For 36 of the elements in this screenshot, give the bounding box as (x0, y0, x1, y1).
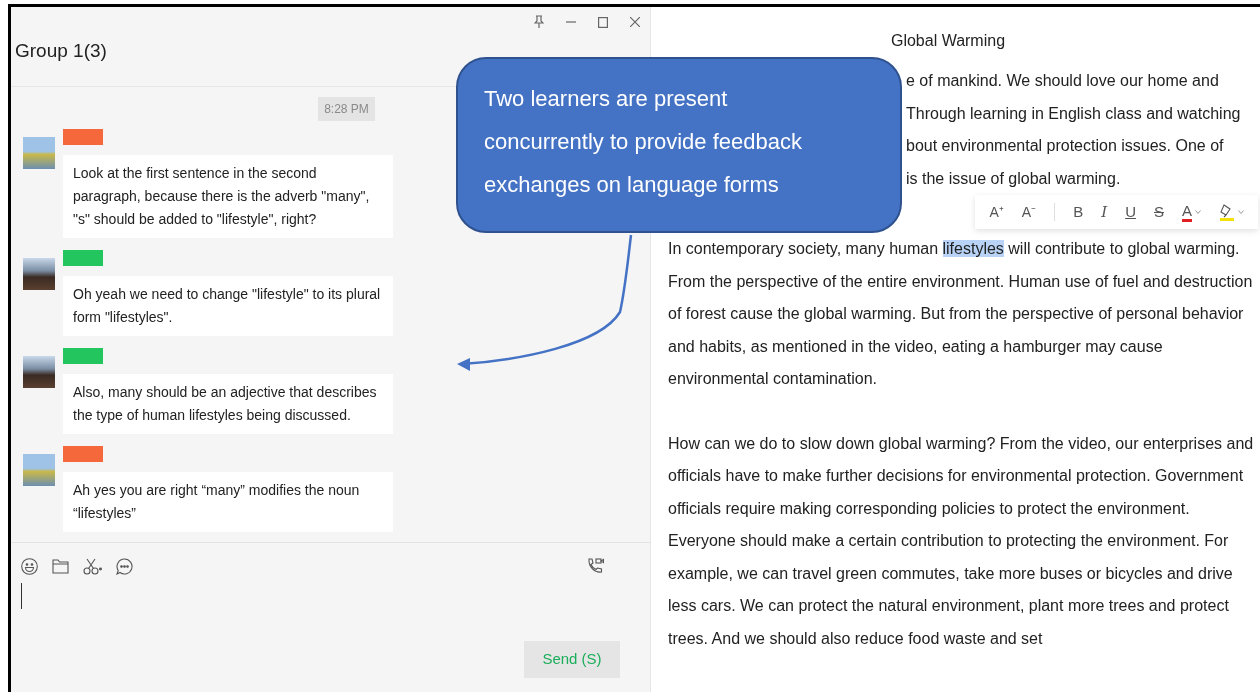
strikethrough-button[interactable]: S (1153, 200, 1164, 224)
folder-icon[interactable] (52, 558, 69, 574)
close-icon[interactable] (630, 17, 640, 27)
pin-icon[interactable] (534, 15, 544, 29)
message-bubble: Ah yes you are right “many” modifies the noun “lifestyles” (63, 472, 393, 532)
highlighter-icon[interactable] (1219, 203, 1235, 221)
scissors-icon[interactable] (83, 557, 102, 575)
message-bubble: Also, many should be an adjective that describes the type of human lifestyles being discussed. (63, 374, 393, 434)
underline-button[interactable]: U (1125, 200, 1136, 224)
italic-button[interactable]: I (1101, 200, 1108, 224)
avatar-photo-placeholder (23, 258, 55, 290)
document-paragraph: How can we do to slow down global warming? From the video, our enterprises and officials have to make further decisions for environmental protection. Government officials require making corresponding policies to protect the environment. Everyone should make a certain contribution to protecting the environment. For example, we can travel green commutes, take more buses or bicycles and drive less cars. We can protect the natural environment, plant more trees and protect trees. And we should also reduce food waste and set (668, 433, 1255, 649)
paragraph-line: bout environmental protection issues. One of (906, 136, 1224, 156)
paragraph-line: Through learning in English class and watching (906, 103, 1241, 124)
caret-icon (1238, 210, 1244, 214)
caret-icon (1195, 210, 1201, 214)
message-bubble: Look at the first sentence in the second paragraph, because there is the adverb "many", "s" should be added to "lifestyle", right? (63, 155, 393, 238)
paragraph-line: is the issue of global warming. (906, 168, 1121, 189)
timestamp: 8:28 PM (318, 97, 375, 121)
document-title: Global Warming (890, 31, 1006, 51)
callout-box: Two learners are present concurrently to provide feedback exchanges on language forms (456, 57, 902, 233)
emoji-icon[interactable] (21, 557, 38, 575)
bold-button[interactable]: B (1073, 200, 1084, 224)
avatar-photo-placeholder (23, 454, 55, 486)
chat-bubble-icon[interactable] (116, 557, 133, 575)
font-size-grow-button[interactable]: A⁺ (989, 201, 1004, 223)
paragraph-line: e of mankind. We should love our home and (906, 71, 1219, 91)
video-call-icon[interactable] (586, 557, 604, 575)
message-bubble: Oh yeah we need to change "lifestyle" to its plural form "lifestyles". (63, 276, 393, 336)
document-paragraph: In contemporary society, many human lifestyles will contribute to global warming. From the perspective of the entire environment. Human use of fuel and destruction of forest cause the global warming. But from the perspective of personal behavior and habits, as mentioned in the video, eating a hamburger may cause environmental contamination. (668, 239, 1254, 389)
avatar-photo-placeholder (23, 137, 55, 169)
maximize-icon[interactable] (598, 16, 608, 28)
chat-title: Group 1(3) (15, 39, 107, 63)
avatar-photo-placeholder (23, 356, 55, 388)
font-color-button[interactable]: A (1182, 202, 1192, 222)
font-size-shrink-button[interactable]: A⁻ (1021, 201, 1037, 223)
